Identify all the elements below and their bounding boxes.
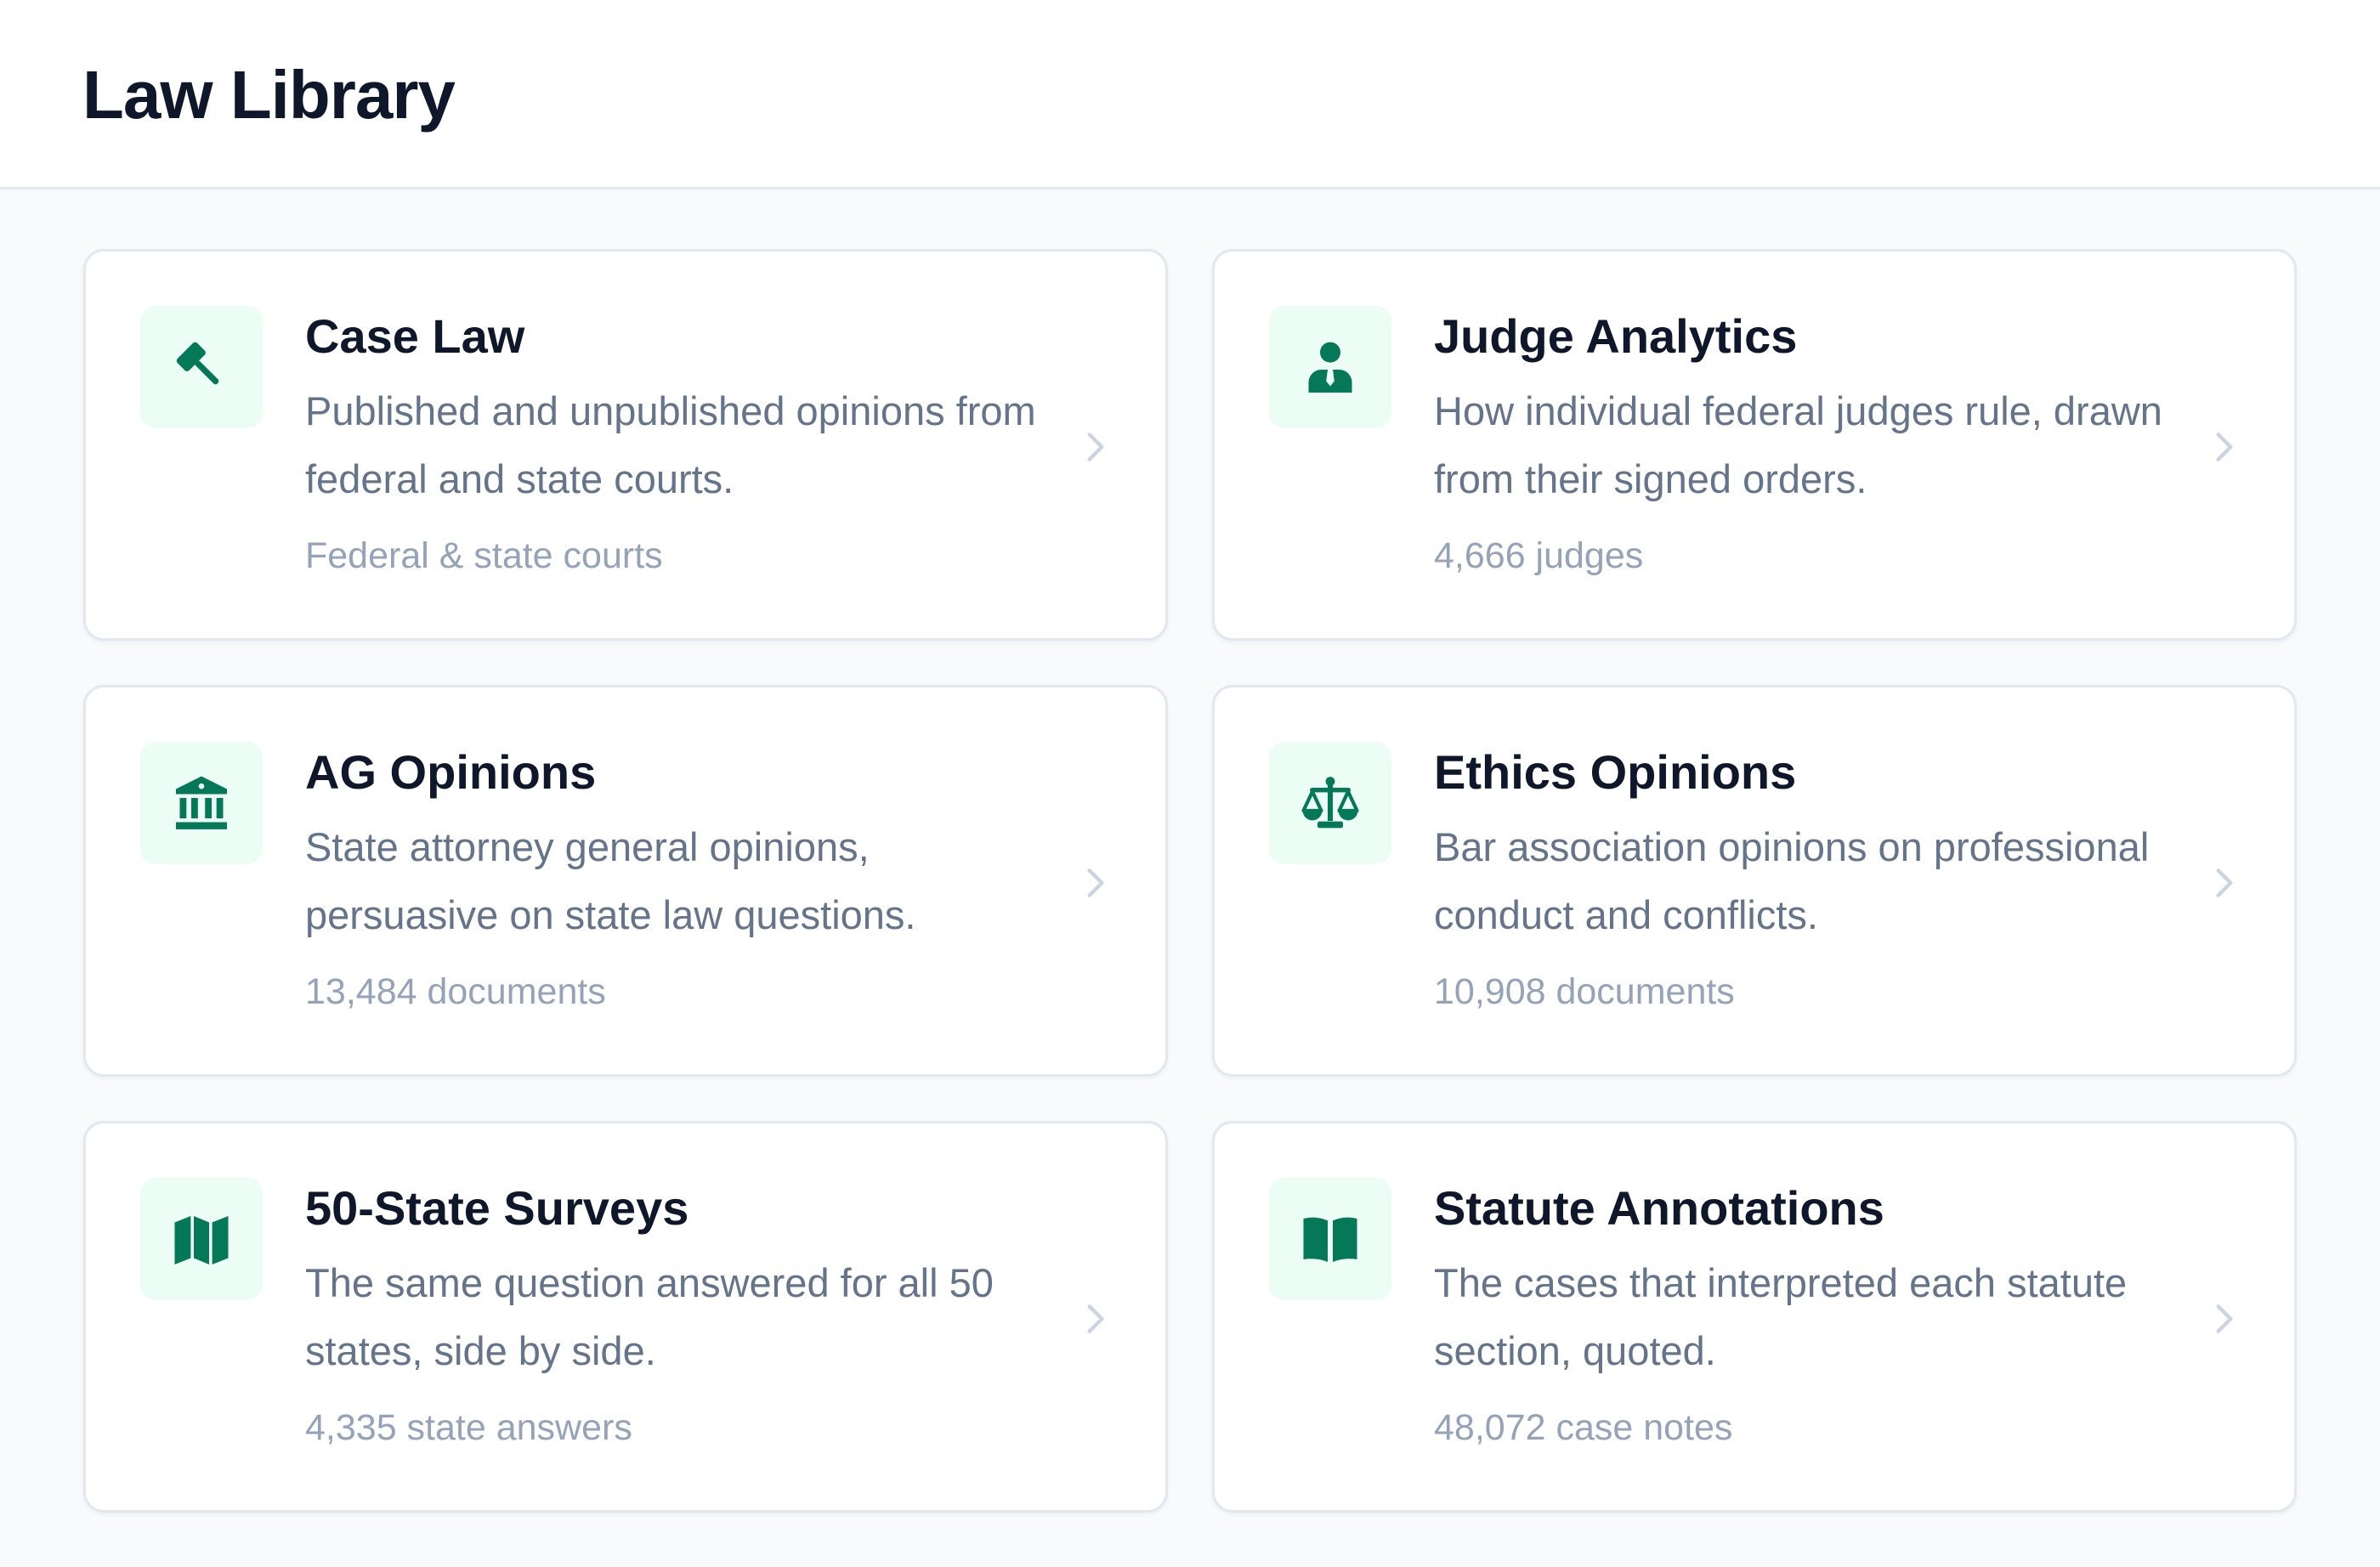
card-50-state-surveys[interactable]: 50-State Surveys The same question answe… xyxy=(83,1121,1168,1513)
chevron-right-icon xyxy=(1077,428,1114,466)
card-description: How individual federal judges rule, draw… xyxy=(1434,388,2162,501)
judge-icon xyxy=(1269,306,1391,428)
card-count: 48,072 case notes xyxy=(1434,1407,1733,1448)
card-case-law[interactable]: Case Law Published and unpublished opini… xyxy=(83,249,1168,641)
chevron-right-icon xyxy=(2206,1300,2243,1338)
card-title: Case Law xyxy=(305,309,525,363)
page-title: Law Library xyxy=(82,57,456,133)
card-title: AG Opinions xyxy=(305,745,597,799)
card-count: 10,908 documents xyxy=(1434,971,1735,1012)
card-description: Bar association opinions on professional… xyxy=(1434,824,2150,937)
chevron-right-icon xyxy=(1077,864,1114,902)
map-icon xyxy=(140,1178,263,1300)
card-title: 50-State Surveys xyxy=(305,1181,689,1235)
chevron-right-icon xyxy=(2206,864,2243,902)
card-count: 13,484 documents xyxy=(305,971,606,1012)
card-title: Statute Annotations xyxy=(1434,1181,1884,1235)
card-description: The same question answered for all 50 st… xyxy=(305,1260,994,1373)
card-count: 4,335 state answers xyxy=(305,1407,632,1448)
card-judge-analytics[interactable]: Judge Analytics How individual federal j… xyxy=(1212,249,2297,641)
library-card-grid: Case Law Published and unpublished opini… xyxy=(83,249,2297,1513)
chevron-right-icon xyxy=(1077,1300,1114,1338)
book-open-icon xyxy=(1269,1178,1391,1300)
card-ethics-opinions[interactable]: Ethics Opinions Bar association opinions… xyxy=(1212,685,2297,1077)
card-title: Ethics Opinions xyxy=(1434,745,1797,799)
card-title: Judge Analytics xyxy=(1434,309,1798,363)
gavel-icon xyxy=(140,306,263,428)
card-statute-annotations[interactable]: Statute Annotations The cases that inter… xyxy=(1212,1121,2297,1513)
card-description: State attorney general opinions, persuas… xyxy=(305,824,916,937)
card-description: Published and unpublished opinions from … xyxy=(305,388,1036,501)
card-description: The cases that interpreted each statute … xyxy=(1434,1260,2128,1373)
chevron-right-icon xyxy=(2206,428,2243,466)
card-ag-opinions[interactable]: AG Opinions State attorney general opini… xyxy=(83,685,1168,1077)
landmark-icon xyxy=(140,742,263,864)
card-count: 4,666 judges xyxy=(1434,535,1644,576)
page-header: Law Library xyxy=(0,0,2380,190)
scale-icon xyxy=(1269,742,1391,864)
card-count: Federal & state courts xyxy=(305,535,663,576)
